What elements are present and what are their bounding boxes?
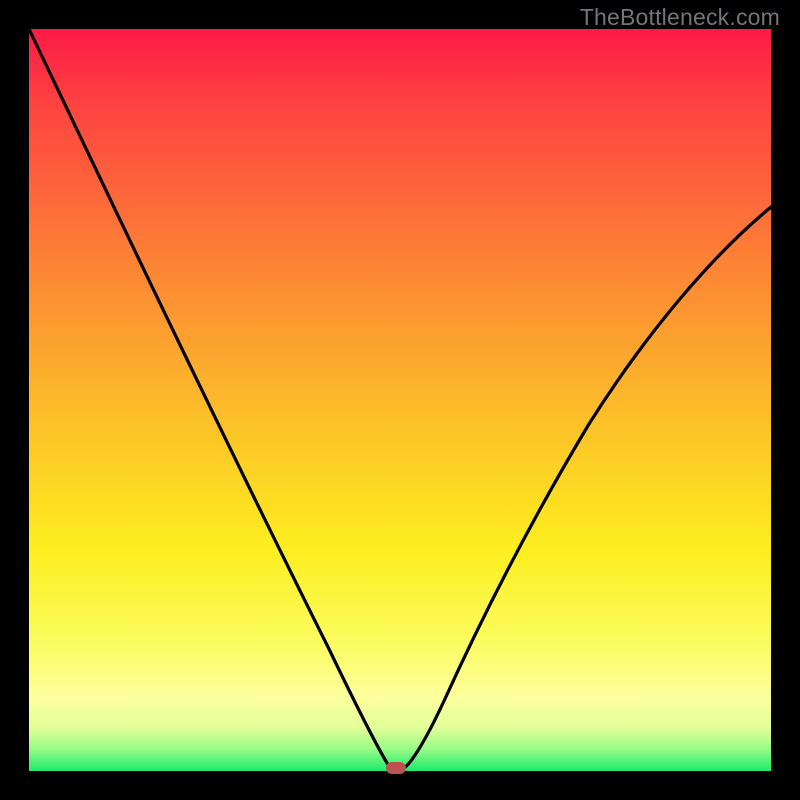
chart-stage: TheBottleneck.com [0, 0, 800, 800]
optimal-point-marker [386, 762, 406, 774]
plot-gradient-background [29, 29, 771, 771]
watermark-text: TheBottleneck.com [580, 4, 780, 31]
